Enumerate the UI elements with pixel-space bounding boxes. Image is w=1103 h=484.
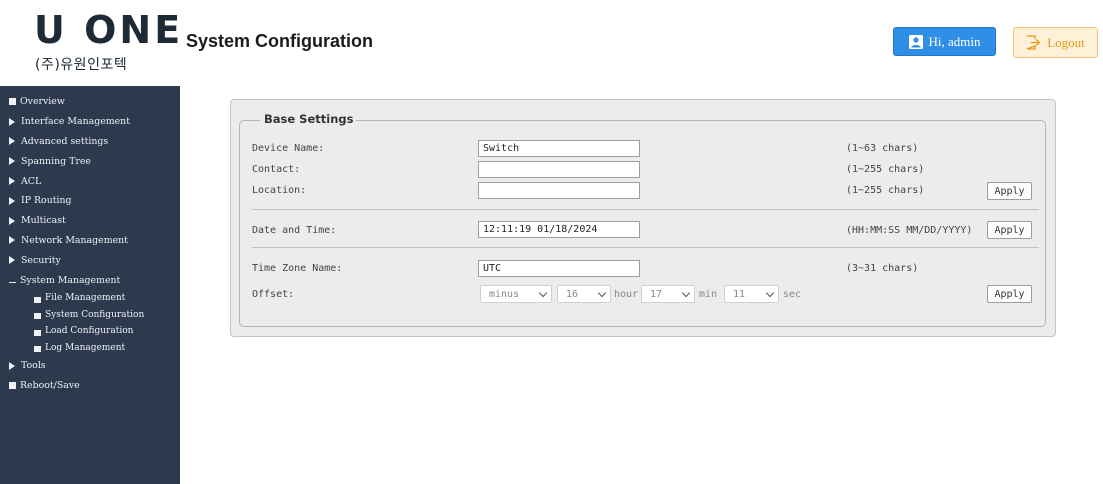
sidebar-item-label: Overview	[20, 96, 65, 108]
admin-button[interactable]: Hi, admin	[893, 27, 996, 56]
sidebar-item-label: IP Routing	[21, 195, 72, 207]
square-bullet-icon	[34, 296, 41, 303]
time-zone-label: Time Zone Name:	[252, 263, 343, 274]
logo-text: U ONE	[34, 8, 184, 52]
sidebar-item-advanced-settings[interactable]: Advanced settings	[0, 132, 180, 152]
sidebar-item-label: Interface Management	[21, 116, 130, 128]
expand-arrow-icon	[9, 137, 15, 146]
sidebar-item-acl[interactable]: ACL	[0, 171, 180, 191]
base-settings-legend: Base Settings	[260, 112, 357, 126]
expand-arrow-icon	[9, 216, 15, 225]
sidebar-item-label: Advanced settings	[21, 135, 109, 147]
base-settings-fieldset: Base Settings Device Name: (1~63 chars) …	[239, 112, 1046, 327]
sidebar-item-network-management[interactable]: Network Management	[0, 231, 180, 251]
sidebar-item-ip-routing[interactable]: IP Routing	[0, 191, 180, 211]
time-zone-hint: (3~31 chars)	[846, 263, 919, 274]
header: U ONE (주)유원인포텍 System Configuration Hi, …	[0, 0, 1103, 86]
logo-subtitle: (주)유원인포텍	[35, 57, 128, 73]
offset-sign-select[interactable]: minus	[480, 285, 552, 303]
sidebar-item-label: Reboot/Save	[20, 380, 80, 392]
sidebar-subitem-log-management[interactable]: Log Management	[0, 339, 180, 356]
offset-second-select[interactable]: 11	[724, 285, 779, 303]
location-label: Location:	[252, 185, 307, 196]
chevron-down-icon	[765, 288, 775, 297]
expand-arrow-icon	[9, 361, 15, 370]
expand-arrow-icon	[9, 256, 15, 265]
device-name-input[interactable]	[478, 140, 640, 157]
contact-hint: (1~255 chars)	[846, 164, 925, 175]
page-title: System Configuration	[186, 31, 374, 51]
square-bullet-icon	[34, 329, 41, 336]
collapse-icon	[9, 281, 16, 283]
offset-label: Offset:	[252, 289, 295, 300]
expand-arrow-icon	[9, 196, 15, 205]
square-bullet-icon	[9, 98, 16, 106]
sidebar-subitem-system-configuration[interactable]: System Configuration	[0, 306, 180, 323]
offset-sign-value: minus	[489, 288, 520, 300]
hour-unit-label: hour	[614, 289, 639, 300]
location-input[interactable]	[478, 182, 640, 199]
second-unit-label: sec	[783, 289, 802, 300]
sidebar-item-label: ACL	[21, 175, 42, 187]
time-zone-input[interactable]	[478, 260, 640, 277]
settings-panel: Base Settings Device Name: (1~63 chars) …	[230, 99, 1056, 337]
user-icon	[908, 34, 923, 49]
offset-minute-select[interactable]: 17	[641, 285, 695, 303]
sidebar-item-label: System Management	[20, 274, 121, 286]
apply-time-zone-button[interactable]: Apply	[987, 285, 1032, 303]
device-name-hint: (1~63 chars)	[846, 143, 919, 154]
offset-hour-select[interactable]: 16	[557, 285, 611, 303]
offset-second-value: 11	[733, 288, 746, 300]
expand-arrow-icon	[9, 177, 15, 186]
chevron-down-icon	[538, 288, 548, 297]
sidebar-item-reboot-save[interactable]: Reboot/Save	[0, 376, 180, 396]
admin-label: Hi, admin	[928, 33, 981, 49]
sidebar-item-label: Security	[21, 254, 61, 266]
logout-icon	[1026, 35, 1041, 50]
expand-arrow-icon	[9, 157, 15, 166]
sidebar-item-label: Network Management	[21, 234, 128, 246]
square-bullet-icon	[34, 346, 41, 353]
sidebar-item-label: Log Management	[45, 342, 126, 353]
sidebar-item-label: Tools	[21, 360, 46, 372]
minute-unit-label: min	[699, 289, 718, 300]
sidebar-item-security[interactable]: Security	[0, 250, 180, 270]
date-time-label: Date and Time:	[252, 225, 337, 236]
sidebar: Overview Interface Management Advanced s…	[0, 86, 180, 484]
logout-label: Logout	[1047, 34, 1085, 50]
logo: U ONE (주)유원인포텍	[34, 10, 180, 82]
contact-label: Contact:	[252, 164, 301, 175]
sidebar-item-interface-management[interactable]: Interface Management	[0, 112, 180, 132]
sidebar-item-tools[interactable]: Tools	[0, 356, 180, 376]
chevron-down-icon	[681, 288, 691, 297]
sidebar-item-multicast[interactable]: Multicast	[0, 211, 180, 231]
apply-base-button[interactable]: Apply	[987, 182, 1032, 200]
offset-minute-value: 17	[650, 288, 663, 300]
square-bullet-icon	[9, 382, 16, 390]
sidebar-subitem-load-configuration[interactable]: Load Configuration	[0, 323, 180, 340]
location-hint: (1~255 chars)	[846, 185, 925, 196]
chevron-down-icon	[597, 288, 607, 297]
sidebar-item-label: Multicast	[21, 215, 66, 227]
divider	[252, 247, 1039, 248]
sidebar-item-label: File Management	[45, 293, 126, 304]
square-bullet-icon	[34, 313, 41, 320]
sidebar-item-overview[interactable]: Overview	[0, 92, 180, 112]
offset-hour-value: 16	[566, 288, 579, 300]
expand-arrow-icon	[9, 236, 15, 245]
sidebar-item-label: System Configuration	[45, 309, 145, 320]
apply-date-time-button[interactable]: Apply	[987, 221, 1032, 239]
contact-input[interactable]	[478, 161, 640, 178]
sidebar-item-label: Load Configuration	[45, 326, 134, 337]
sidebar-subitem-file-management[interactable]: File Management	[0, 290, 180, 307]
date-time-hint: (HH:MM:SS MM/DD/YYYY)	[846, 225, 973, 236]
sidebar-item-spanning-tree[interactable]: Spanning Tree	[0, 151, 180, 171]
divider	[252, 209, 1039, 210]
logout-button[interactable]: Logout	[1013, 27, 1098, 58]
expand-arrow-icon	[9, 117, 15, 126]
sidebar-item-system-management[interactable]: System Management	[0, 270, 180, 290]
device-name-label: Device Name:	[252, 143, 325, 154]
date-time-input[interactable]	[478, 221, 640, 238]
sidebar-item-label: Spanning Tree	[21, 155, 91, 167]
